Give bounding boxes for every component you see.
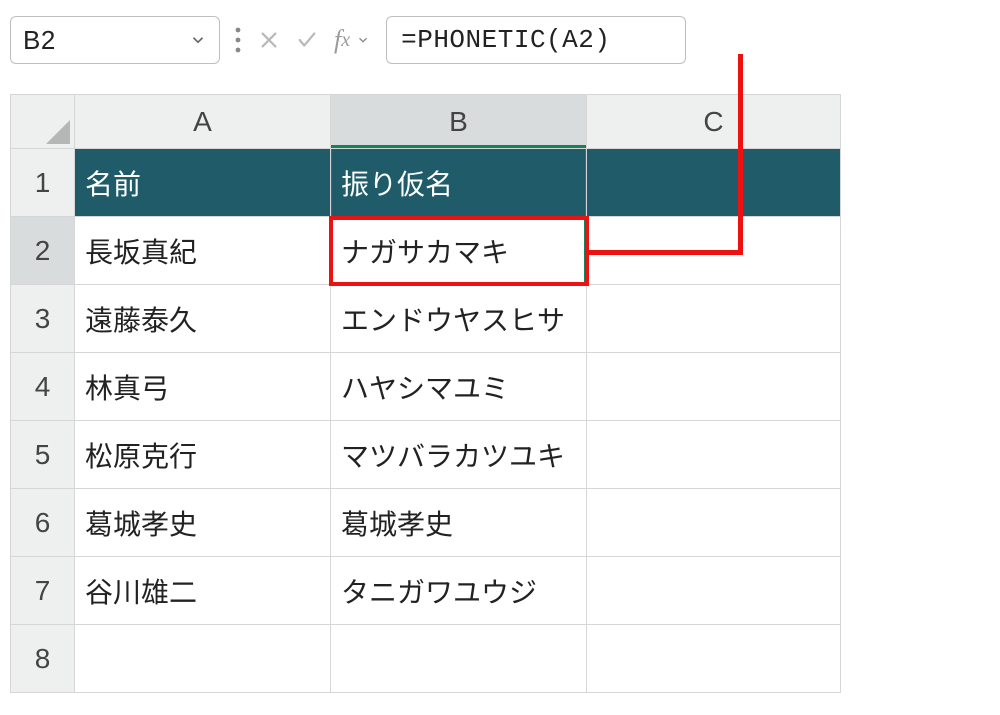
cell-B3[interactable]: エンドウヤスヒサ [331,285,587,353]
insert-function-button[interactable]: fx [334,25,370,55]
fx-icon: fx [334,25,350,55]
cell-C1[interactable] [587,149,841,217]
cell-A4[interactable]: 林真弓 [75,353,331,421]
row-header-8[interactable]: 8 [11,625,75,693]
row-header-2[interactable]: 2 [11,217,75,285]
cell-A3[interactable]: 遠藤泰久 [75,285,331,353]
cell-B7[interactable]: タニガワユウジ [331,557,587,625]
col-header-A[interactable]: A [75,95,331,149]
cell-C3[interactable] [587,285,841,353]
cell-C4[interactable] [587,353,841,421]
select-all-corner[interactable] [11,95,75,149]
row-header-3[interactable]: 3 [11,285,75,353]
name-box[interactable]: B2 [10,16,220,64]
cell-C8[interactable] [587,625,841,693]
spreadsheet-grid[interactable]: A B C 1 名前 振り仮名 2 長坂真紀 ナガサカマキ 3 遠藤泰久 エンド… [10,94,841,693]
formula-tools: fx [256,25,376,55]
cell-A6[interactable]: 葛城孝史 [75,489,331,557]
cell-A2[interactable]: 長坂真紀 [75,217,331,285]
cell-A1[interactable]: 名前 [75,149,331,217]
row-header-6[interactable]: 6 [11,489,75,557]
row-header-5[interactable]: 5 [11,421,75,489]
row-header-1[interactable]: 1 [11,149,75,217]
cell-B8[interactable] [331,625,587,693]
cell-B4[interactable]: ハヤシマユミ [331,353,587,421]
confirm-icon[interactable] [294,29,320,51]
cell-C6[interactable] [587,489,841,557]
cell-A5[interactable]: 松原克行 [75,421,331,489]
row-header-4[interactable]: 4 [11,353,75,421]
col-header-B[interactable]: B [331,95,587,149]
cell-C2[interactable] [587,217,841,285]
row-header-7[interactable]: 7 [11,557,75,625]
formula-text: =PHONETIC(A2) [401,25,610,55]
cancel-icon[interactable] [258,29,280,51]
col-header-C[interactable]: C [587,95,841,149]
cell-C5[interactable] [587,421,841,489]
cell-C7[interactable] [587,557,841,625]
chevron-down-icon[interactable] [189,31,207,49]
cell-A8[interactable] [75,625,331,693]
more-icon[interactable] [230,26,246,54]
cell-B2[interactable]: ナガサカマキ [331,217,587,285]
cell-B6[interactable]: 葛城孝史 [331,489,587,557]
formula-input[interactable]: =PHONETIC(A2) [386,16,686,64]
cell-B5[interactable]: マツバラカツユキ [331,421,587,489]
name-box-value: B2 [23,25,56,56]
cell-A7[interactable]: 谷川雄二 [75,557,331,625]
cell-B1[interactable]: 振り仮名 [331,149,587,217]
formula-bar: B2 fx =PHONETIC(A2) [10,10,1000,70]
